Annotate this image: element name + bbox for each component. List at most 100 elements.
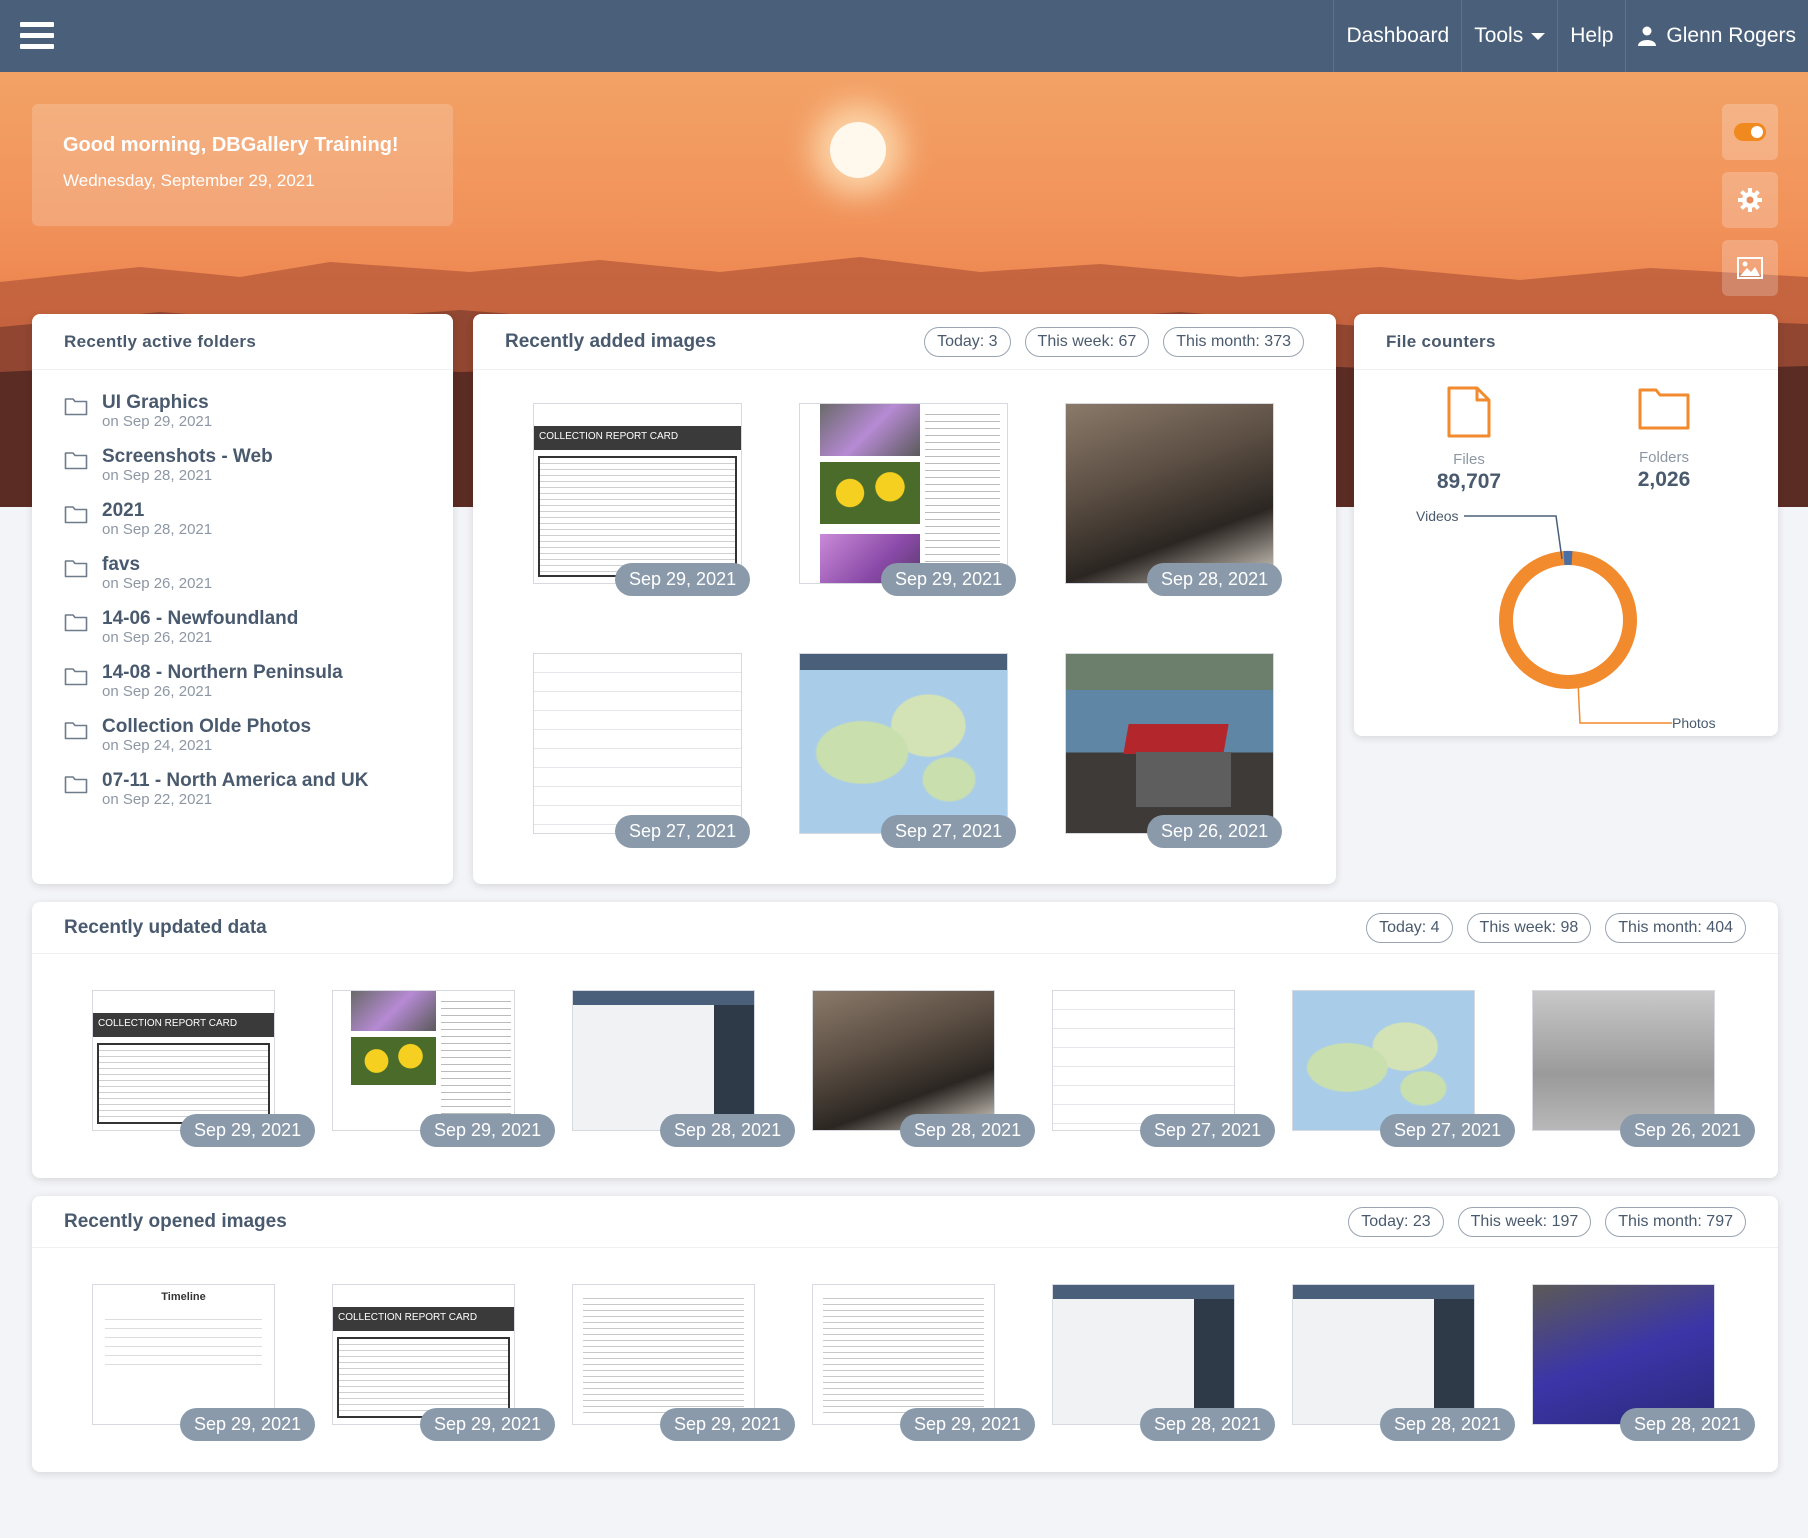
nav-links: Dashboard Tools Help Glenn Rogers <box>1333 0 1808 72</box>
folder-name: 2021 <box>102 500 145 521</box>
chevron-down-icon <box>1531 32 1546 40</box>
folder-icon <box>64 560 88 578</box>
infographic-image <box>573 1285 754 1424</box>
image-thumbnail[interactable] <box>1532 990 1715 1131</box>
purple-dress-image <box>1533 1285 1714 1424</box>
greeting-title: Good morning, DBGallery Training! <box>63 134 399 156</box>
month-count-pill[interactable]: This month: 404 <box>1605 912 1746 943</box>
user-icon <box>1638 26 1657 46</box>
image-date-badge: Sep 29, 2021 <box>180 1114 316 1147</box>
folder-name: Collection Olde Photos <box>102 716 312 737</box>
flowers-image <box>333 991 514 1130</box>
image-thumbnail[interactable] <box>812 1284 995 1425</box>
folder-item[interactable]: 14-06 - Newfoundland on Sep 26, 2021 <box>64 608 421 662</box>
change-background-button[interactable] <box>1722 240 1778 296</box>
image-thumbnail[interactable] <box>1052 990 1235 1131</box>
image-thumbnail[interactable] <box>1052 1284 1235 1425</box>
image-thumbnail[interactable] <box>1292 1284 1475 1425</box>
nav-user[interactable]: Glenn Rogers <box>1625 0 1808 72</box>
nav-dashboard[interactable]: Dashboard <box>1333 0 1461 72</box>
folder-name: favs <box>102 554 141 575</box>
report-card-title: COLLECTION REPORT CARD <box>539 431 679 442</box>
gear-icon <box>1738 188 1762 212</box>
image-thumbnail[interactable] <box>572 990 755 1131</box>
nav-tools-label: Tools <box>1474 24 1524 47</box>
week-count-pill[interactable]: This week: 98 <box>1466 912 1592 943</box>
image-icon <box>1737 257 1763 279</box>
week-count-pill[interactable]: This week: 67 <box>1024 326 1150 357</box>
folder-item[interactable]: 14-08 - Northern Peninsula on Sep 26, 202… <box>64 662 421 716</box>
recently-opened-header: Recently opened images Today: 23 This we… <box>32 1196 1778 1248</box>
image-date-badge: Sep 28, 2021 <box>1147 563 1283 596</box>
today-count-pill[interactable]: Today: 4 <box>1366 912 1453 943</box>
text-document-image <box>813 1285 994 1424</box>
greeting-date: Wednesday, September 29, 2021 <box>63 171 315 190</box>
nav-dashboard-label: Dashboard <box>1346 24 1450 47</box>
folder-name: 14-06 - Newfoundland <box>102 608 299 629</box>
image-date-badge: Sep 29, 2021 <box>180 1408 316 1441</box>
app-screenshot-image <box>573 991 754 1130</box>
image-thumbnail[interactable] <box>1065 653 1274 834</box>
recently-updated-title: Recently updated data <box>64 916 267 938</box>
folder-item[interactable]: 07-11 - North America and UK on Sep 22, 2… <box>64 770 421 824</box>
folder-item[interactable]: 2021 on Sep 28, 2021 <box>64 500 421 554</box>
image-thumbnail[interactable]: COLLECTION REPORT CARD <box>533 403 742 584</box>
table-screenshot-image <box>534 654 741 833</box>
map-image <box>800 654 1007 833</box>
today-count-pill[interactable]: Today: 3 <box>924 326 1011 357</box>
image-date-badge: Sep 29, 2021 <box>420 1408 556 1441</box>
theme-toggle-button[interactable] <box>1722 104 1778 160</box>
recently-added-counts: Today: 3 This week: 67 This month: 373 <box>924 326 1304 357</box>
settings-button[interactable] <box>1722 172 1778 228</box>
recent-folders-card: Recently active folders (function(){ con… <box>32 314 453 884</box>
image-thumbnail[interactable] <box>1532 1284 1715 1425</box>
image-date-badge: Sep 28, 2021 <box>1620 1408 1756 1441</box>
file-type-donut-chart: Videos Photos <box>1416 508 1716 731</box>
app-screenshot-image <box>1293 1285 1474 1424</box>
image-date-badge: Sep 27, 2021 <box>615 815 751 848</box>
week-count-pill[interactable]: This week: 197 <box>1457 1206 1592 1237</box>
month-count-pill[interactable]: This month: 373 <box>1163 326 1304 357</box>
image-thumbnail[interactable] <box>1292 990 1475 1131</box>
recently-added-title: Recently added images <box>505 330 717 352</box>
folder-date: on Sep 28, 2021 <box>102 467 213 484</box>
folder-item[interactable]: UI Graphics on Sep 29, 2021 <box>64 392 421 446</box>
image-thumbnail[interactable] <box>799 653 1008 834</box>
image-date-badge: Sep 29, 2021 <box>420 1114 556 1147</box>
photos-leader-line <box>1577 681 1672 724</box>
image-thumbnail[interactable]: Timeline <box>92 1284 275 1425</box>
greeting-panel: Good morning, DBGallery Training! Wednes… <box>32 104 453 226</box>
timeline-title: Timeline <box>161 1291 206 1303</box>
folder-date: on Sep 24, 2021 <box>102 737 213 754</box>
image-thumbnail[interactable] <box>533 653 742 834</box>
recently-updated-card: Recently updated data Today: 4 This week… <box>32 902 1778 1178</box>
folder-item[interactable]: favs on Sep 26, 2021 <box>64 554 421 608</box>
report-card-image: COLLECTION REPORT CARD <box>93 991 274 1130</box>
videos-leader-line <box>1464 515 1563 560</box>
folder-icon <box>64 668 88 686</box>
folder-item[interactable]: Screenshots - Web on Sep 28, 2021 <box>64 446 421 500</box>
image-thumbnail[interactable] <box>1065 403 1274 584</box>
folder-name: Screenshots - Web <box>102 446 273 467</box>
folder-icon <box>64 506 88 524</box>
image-thumbnail[interactable]: COLLECTION REPORT CARD <box>92 990 275 1131</box>
top-navbar: Dashboard Tools Help Glenn Rogers <box>0 0 1808 72</box>
nav-tools[interactable]: Tools <box>1461 0 1557 72</box>
month-count-pill[interactable]: This month: 797 <box>1605 1206 1746 1237</box>
folder-icon <box>64 614 88 632</box>
today-count-pill[interactable]: Today: 23 <box>1348 1206 1444 1237</box>
table-screenshot-image <box>1053 991 1234 1130</box>
videos-label: Videos <box>1416 508 1459 524</box>
file-counters-card: File counters Files 89,707 Folders 2,026… <box>1354 314 1778 736</box>
folder-item[interactable]: Collection Olde Photos on Sep 24, 2021 <box>64 716 421 770</box>
nav-help[interactable]: Help <box>1557 0 1625 72</box>
image-thumbnail[interactable] <box>572 1284 755 1425</box>
image-thumbnail[interactable] <box>332 990 515 1131</box>
menu-icon[interactable] <box>20 22 54 50</box>
image-thumbnail[interactable]: COLLECTION REPORT CARD <box>332 1284 515 1425</box>
toggle-icon <box>1734 123 1766 141</box>
image-date-badge: Sep 28, 2021 <box>660 1114 796 1147</box>
image-thumbnail[interactable] <box>812 990 995 1131</box>
folder-date: on Sep 29, 2021 <box>102 413 213 430</box>
image-thumbnail[interactable] <box>799 403 1008 584</box>
